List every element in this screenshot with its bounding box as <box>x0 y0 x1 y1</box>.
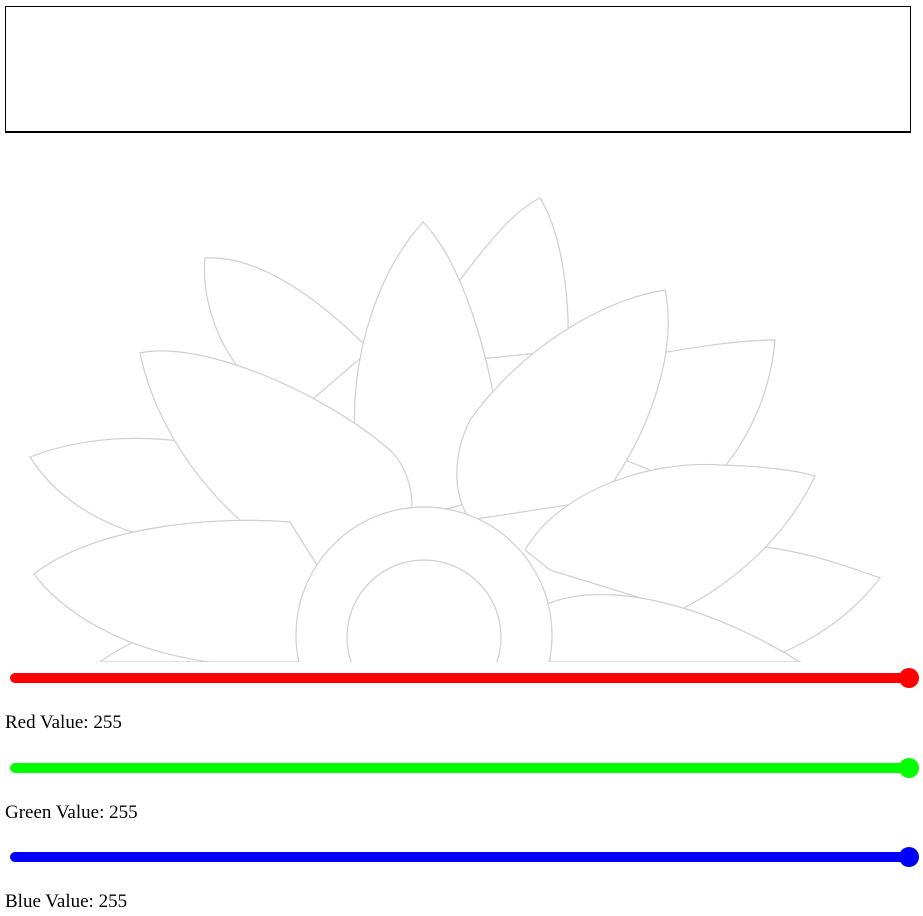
blue-value-label-text: Blue Value: <box>5 891 99 912</box>
red-slider[interactable] <box>5 666 919 690</box>
green-slider[interactable] <box>5 756 919 780</box>
green-slider-thumb[interactable] <box>899 758 919 778</box>
green-value-label-text: Green Value: <box>5 802 110 823</box>
red-slider-track[interactable] <box>10 673 905 683</box>
green-slider-track[interactable] <box>10 763 905 773</box>
blue-value-number: 255 <box>98 891 128 912</box>
red-value-number: 255 <box>93 712 122 733</box>
green-value-number: 255 <box>109 802 138 823</box>
blue-slider-thumb[interactable] <box>899 847 919 867</box>
blue-slider-track[interactable] <box>10 852 905 862</box>
blue-slider[interactable] <box>5 845 919 869</box>
red-slider-thumb[interactable] <box>899 668 919 688</box>
blue-value-label: Blue Value: 255 <box>5 891 127 913</box>
green-value-label: Green Value: 255 <box>5 802 138 824</box>
petal <box>33 519 321 662</box>
flower-coloring-image[interactable] <box>0 150 923 662</box>
color-preview-box <box>5 6 911 133</box>
flower-drawing <box>29 197 881 662</box>
red-value-label: Red Value: 255 <box>5 712 122 734</box>
red-value-label-text: Red Value: <box>5 712 94 733</box>
